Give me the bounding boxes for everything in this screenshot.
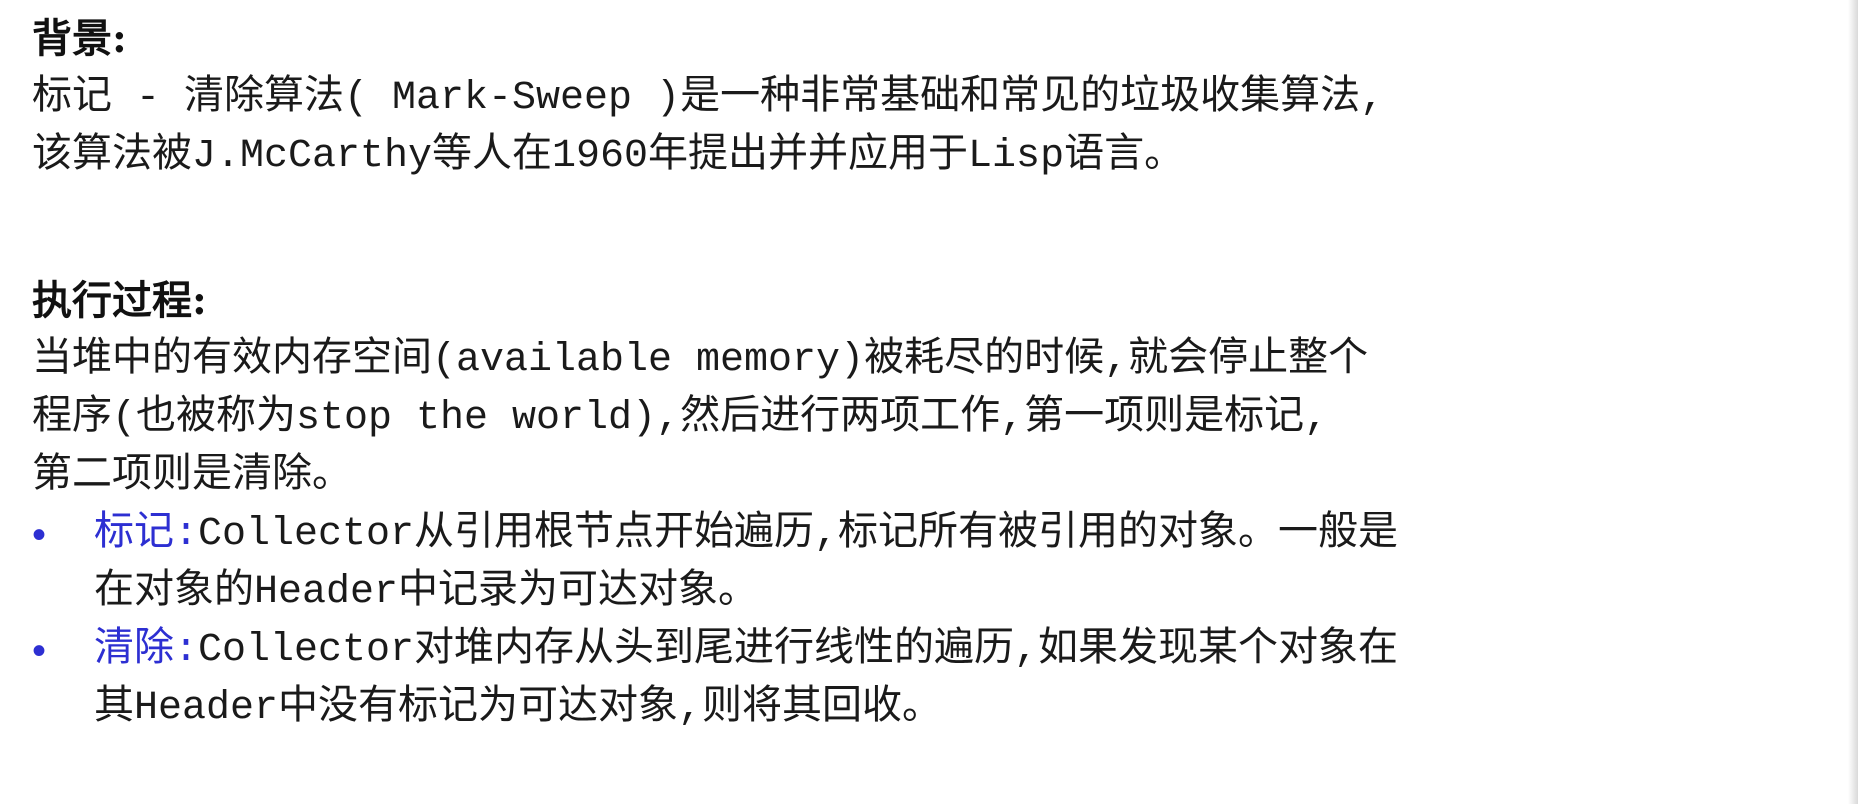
background-line-1: 标记 - 清除算法( Mark-Sweep )是一种非常基础和常见的垃圾收集算法… (32, 76, 1385, 121)
background-heading: 背景: (32, 15, 127, 62)
mark-step-line-1: 标记:Collector从引用根节点开始遍历,标记所有被引用的对象。一般是 (94, 506, 1822, 564)
list-item-sweep: • 清除:Collector对堆内存从头到尾进行线性的遍历,如果发现某个对象在 … (32, 622, 1822, 738)
list-item-mark: • 标记:Collector从引用根节点开始遍历,标记所有被引用的对象。一般是 … (32, 506, 1822, 622)
process-heading: 执行过程: (32, 277, 207, 324)
page-edge-shadow (1848, 0, 1858, 804)
process-step-list: • 标记:Collector从引用根节点开始遍历,标记所有被引用的对象。一般是 … (32, 506, 1822, 738)
bullet-icon: • (32, 513, 47, 557)
bullet-icon: • (32, 629, 47, 673)
mark-step-text: Collector从引用根节点开始遍历,标记所有被引用的对象。一般是 (198, 512, 1399, 557)
sweep-step-term: 清除: (94, 628, 199, 673)
slide-page: 背景: 标记 - 清除算法( Mark-Sweep )是一种非常基础和常见的垃圾… (0, 0, 1858, 804)
process-line-1: 当堆中的有效内存空间(available memory)被耗尽的时候,就会停止整… (32, 338, 1369, 383)
mark-step-line-2: 在对象的Header中记录为可达对象。 (94, 570, 759, 615)
process-line-2: 程序(也被称为stop the world),然后进行两项工作,第一项则是标记, (32, 396, 1329, 441)
sweep-step-line-1: 清除:Collector对堆内存从头到尾进行线性的遍历,如果发现某个对象在 (94, 622, 1822, 680)
mark-step-term: 标记: (94, 512, 199, 557)
sweep-step-line-2: 其Header中没有标记为可达对象,则将其回收。 (94, 686, 943, 731)
slide-content: 背景: 标记 - 清除算法( Mark-Sweep )是一种非常基础和常见的垃圾… (32, 8, 1822, 738)
sweep-step-text: Collector对堆内存从头到尾进行线性的遍历,如果发现某个对象在 (198, 628, 1399, 673)
process-line-3: 第二项则是清除。 (32, 454, 352, 499)
background-line-2: 该算法被J.McCarthy等人在1960年提出并并应用于Lisp语言。 (32, 134, 1185, 179)
